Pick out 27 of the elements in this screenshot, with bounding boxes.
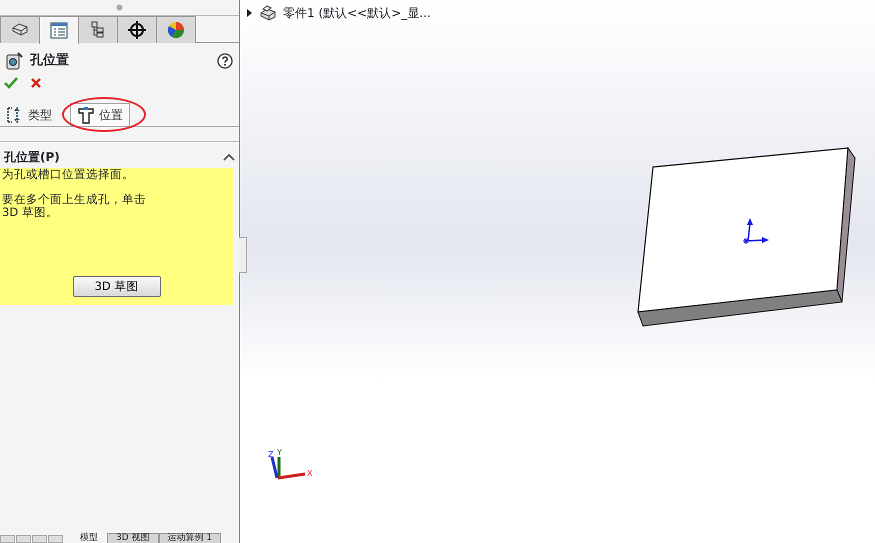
property-list-icon <box>49 20 69 40</box>
checkmark-icon[interactable] <box>4 77 18 89</box>
grip-handle-icon[interactable] <box>116 4 123 11</box>
help-icon[interactable] <box>217 53 233 69</box>
expand-arrow-icon[interactable] <box>246 9 253 17</box>
close-icon[interactable] <box>30 77 42 89</box>
panel-tab[interactable] <box>117 16 157 43</box>
panel-tab[interactable] <box>78 16 118 43</box>
color-ball-icon <box>166 20 186 40</box>
position-icon <box>77 106 95 124</box>
property-tab[interactable]: 位置 <box>70 103 130 126</box>
collapse-icon[interactable] <box>223 153 235 161</box>
hole-wizard-icon <box>4 51 24 71</box>
panel-toggle[interactable] <box>239 237 247 273</box>
bottom-tab[interactable]: 3D 视图 <box>107 533 159 543</box>
3d-sketch-button[interactable]: 3D 草图 <box>72 276 160 297</box>
panel-tab[interactable] <box>39 16 79 44</box>
instruction-text: 要在多个面上生成孔，单击 3D 草图。 <box>2 193 147 220</box>
property-manager-title: 孔位置 <box>30 52 70 70</box>
section-title: 孔位置(P) <box>4 149 60 166</box>
panel-tab[interactable] <box>0 16 40 43</box>
part-icon <box>259 5 277 21</box>
bottom-tab[interactable]: 运动算例 1 <box>158 533 222 543</box>
part-tree-label[interactable]: 零件1 (默认<<默认>_显... <box>283 4 431 22</box>
crosshair-icon <box>127 20 147 40</box>
instruction-text: 为孔或槽口位置选择面。 <box>2 168 135 182</box>
property-tab[interactable]: 类型 <box>0 104 58 126</box>
